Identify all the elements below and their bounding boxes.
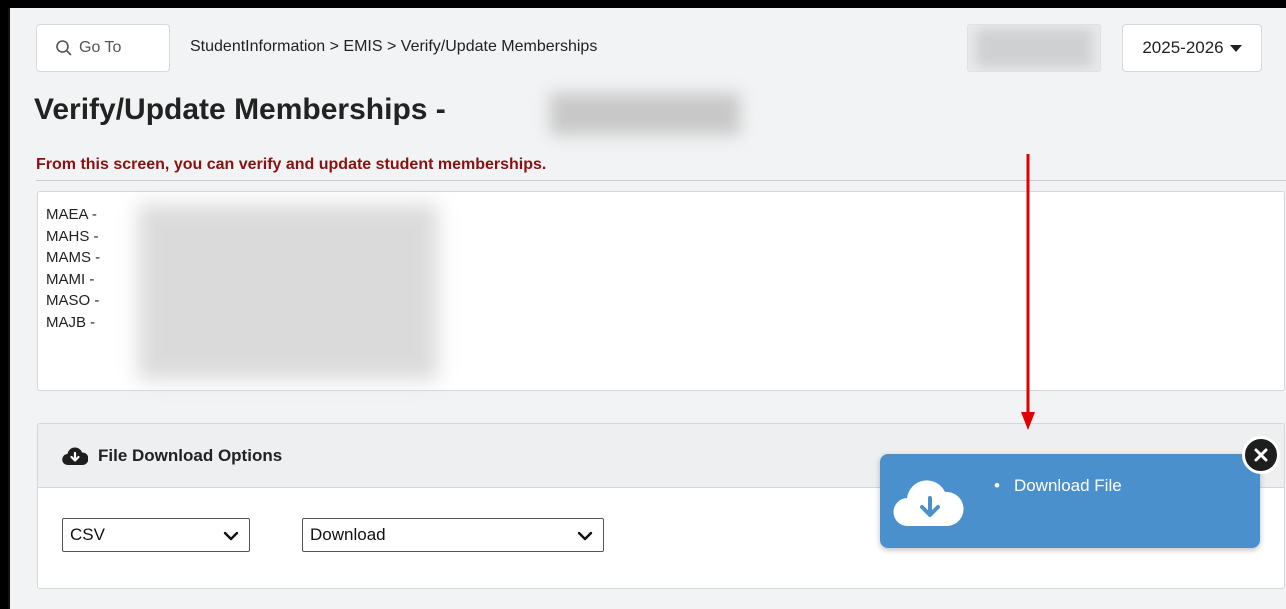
schools-list: MAEA - MAHS - MAMS - MAMI - MASO - MAJB … — [46, 204, 100, 333]
year-label: 2025-2026 — [1142, 38, 1224, 57]
download-file-link[interactable]: Download File — [994, 476, 1122, 496]
divider — [36, 180, 1286, 181]
goto-button[interactable]: Go To — [36, 24, 170, 72]
red-arrow-annotation — [1021, 154, 1035, 430]
year-dropdown[interactable]: 2025-2026 — [1122, 24, 1262, 72]
action-select-value: Download — [310, 525, 386, 544]
list-item: MAMS - — [46, 249, 101, 266]
caret-down-icon — [1229, 44, 1242, 52]
search-icon — [56, 40, 72, 56]
goto-label: Go To — [79, 39, 122, 56]
chevron-down-icon — [223, 531, 239, 541]
close-icon — [1254, 448, 1268, 462]
action-select[interactable]: Download — [302, 518, 604, 552]
list-item: MASO - — [46, 292, 100, 309]
redacted-school-names — [138, 204, 438, 380]
list-item: MAHS - — [46, 227, 99, 245]
panel-title: File Download Options — [98, 445, 283, 465]
breadcrumb: StudentInformation > EMIS > Verify/Updat… — [190, 38, 598, 55]
toast-close-button[interactable] — [1242, 436, 1280, 474]
redacted-area — [967, 24, 1101, 72]
cloud-download-icon — [893, 480, 964, 527]
cloud-download-icon — [62, 447, 88, 465]
page-subtitle: From this screen, you can verify and upd… — [36, 156, 547, 173]
schools-list-box: MAEA - MAHS - MAMS - MAMI - MASO - MAJB … — [37, 191, 1285, 391]
app-frame: Go To StudentInformation > EMIS > Verify… — [8, 8, 1286, 609]
redacted-title-part — [550, 93, 740, 135]
page-title: Verify/Update Memberships - — [34, 93, 446, 126]
toast-message: Download File — [1013, 476, 1122, 495]
list-item: MAJB - — [46, 313, 96, 331]
chevron-down-icon — [577, 531, 593, 541]
format-select[interactable]: CSV — [62, 518, 250, 552]
format-select-value: CSV — [70, 525, 105, 544]
list-item: MAEA - — [46, 206, 97, 223]
download-toast: Download File — [880, 454, 1260, 548]
list-item: MAMI - — [46, 270, 95, 288]
